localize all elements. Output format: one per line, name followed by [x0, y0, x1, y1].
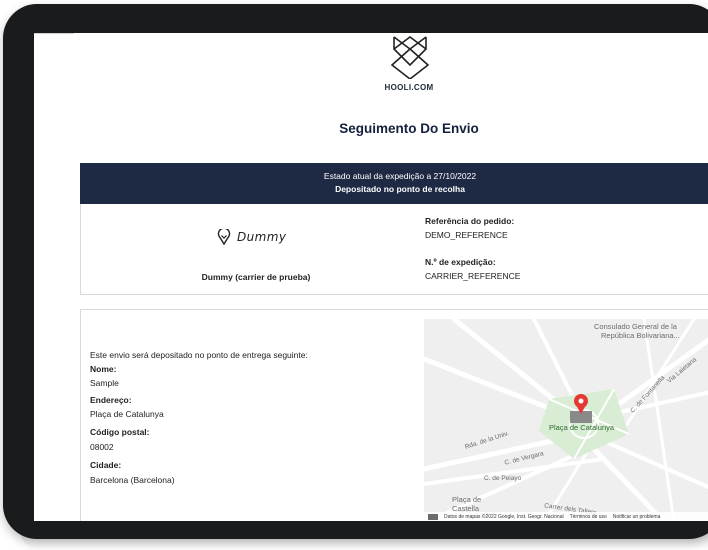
order-reference-label: Referência do pedido:	[425, 216, 515, 226]
status-banner: Estado atual da expedição a 27/10/2022 D…	[80, 163, 708, 204]
map-data-attribution: Datos de mapas ©2022 Google, Inst. Geogr…	[444, 514, 564, 520]
carrier-logo-text: Dummy	[237, 230, 287, 244]
shipment-number-label: N.º de expedição:	[425, 257, 496, 267]
city-label: Cidade:	[90, 460, 122, 470]
shipment-number-value: CARRIER_REFERENCE	[425, 271, 521, 281]
map-label-consulate: Consulado General de la	[594, 322, 677, 331]
screen-divider	[34, 33, 74, 34]
keyboard-shortcuts-icon[interactable]	[428, 514, 438, 520]
name-label: Nome:	[90, 364, 117, 374]
tablet-screen: HOOLI.COM Seguimento Do Envio Estado atu…	[34, 33, 708, 521]
map-label-plaza: Plaça de Catalunya	[549, 423, 615, 432]
tablet-frame: HOOLI.COM Seguimento Do Envio Estado atu…	[0, 0, 708, 550]
name-value: Sample	[90, 378, 119, 388]
order-reference-value: DEMO_REFERENCE	[425, 230, 508, 240]
carrier-card: Dummy Dummy (carrier de prueba) Referênc…	[80, 204, 708, 295]
map-label-castella: Plaça de Castella	[452, 495, 482, 513]
status-date: Estado atual da expedição a 27/10/2022	[323, 171, 477, 181]
page-title: Seguimento Do Envio	[339, 121, 479, 136]
location-map[interactable]: Consulado General de la República Boliva…	[424, 319, 708, 521]
location-pin-icon	[217, 229, 231, 245]
brand-name: HOOLI.COM	[384, 83, 434, 92]
map-terms-link[interactable]: Términos de uso	[570, 514, 607, 520]
carrier-name: Dummy (carrier de prueba)	[201, 272, 311, 282]
carrier-logo: Dummy	[217, 226, 286, 248]
hooli-logo-icon	[390, 36, 430, 79]
delivery-intro: Este envio será depositado no ponto de e…	[90, 350, 308, 360]
map-label-consulate-2: República Bolivariana...	[601, 331, 680, 340]
map-label-pelayo: C. de Pelayo	[484, 475, 522, 482]
postal-code-label: Código postal:	[90, 427, 150, 437]
map-report-link[interactable]: Notificar un problema	[613, 514, 661, 520]
postal-code-value: 08002	[90, 442, 114, 452]
delivery-card: Este envio será depositado no ponto de e…	[80, 309, 708, 521]
map-footer: Datos de mapas ©2022 Google, Inst. Geogr…	[424, 512, 708, 521]
city-value: Barcelona (Barcelona)	[90, 475, 175, 485]
address-label: Endereço:	[90, 395, 132, 405]
status-state: Depositado no ponto de recolha	[335, 184, 465, 194]
map-streets	[424, 319, 708, 521]
address-value: Plaça de Catalunya	[90, 409, 164, 419]
